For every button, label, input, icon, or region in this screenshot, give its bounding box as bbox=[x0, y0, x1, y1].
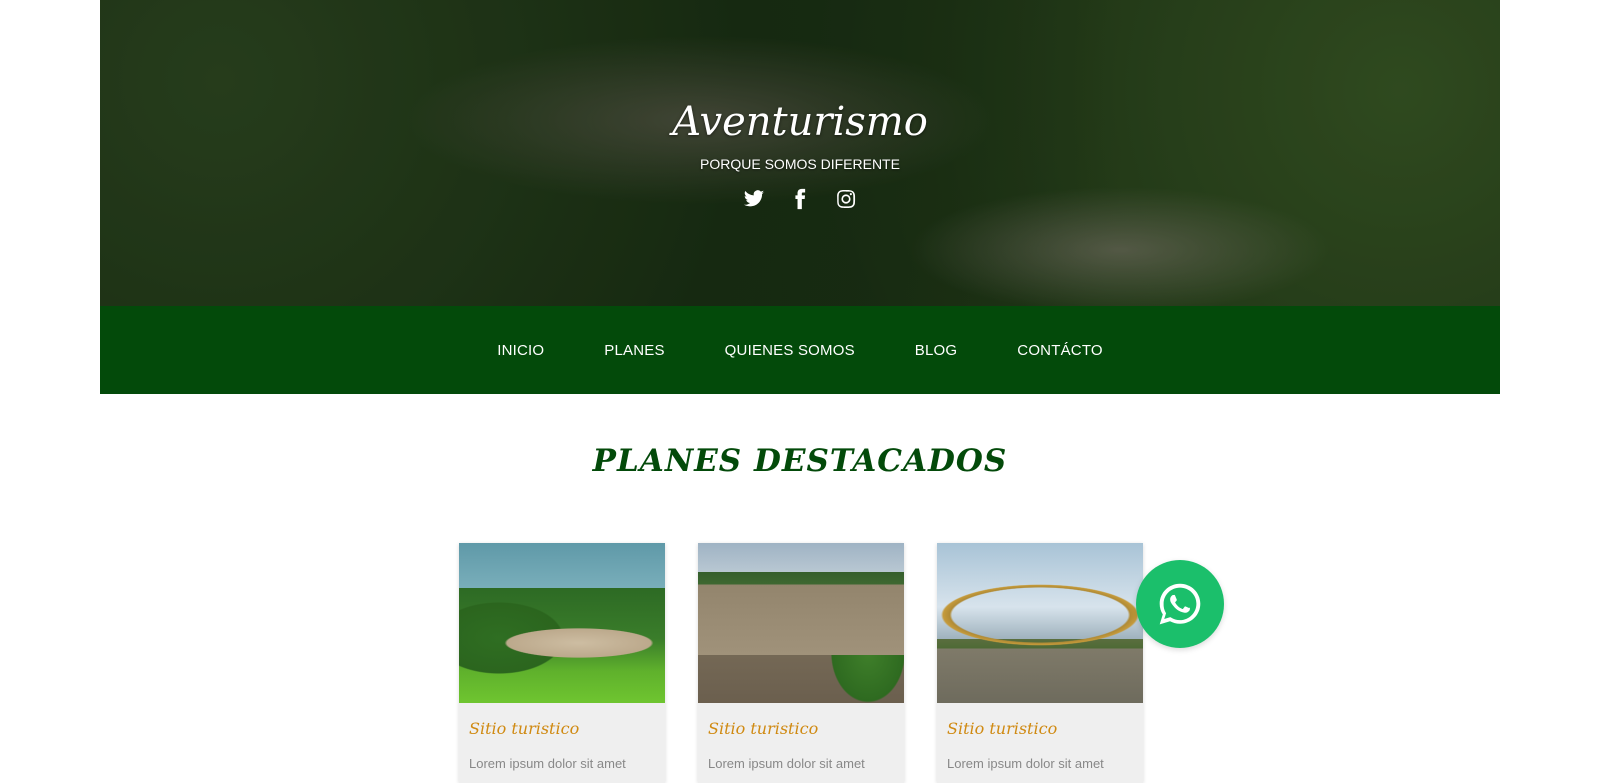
twitter-icon[interactable] bbox=[743, 188, 765, 210]
page-wrapper: Aventurismo PORQUE SOMOS DIFERENTE INICI… bbox=[100, 0, 1500, 394]
plan-description: Lorem ipsum dolor sit amet bbox=[708, 756, 865, 771]
nav-item-quienes-somos[interactable]: QUIENES SOMOS bbox=[725, 342, 855, 359]
plan-image bbox=[459, 543, 665, 703]
site-title: Aventurismo bbox=[672, 99, 928, 145]
plan-image bbox=[937, 543, 1143, 703]
whatsapp-icon bbox=[1159, 583, 1201, 625]
social-links bbox=[100, 188, 1500, 210]
plan-title[interactable]: Sitio turistico bbox=[937, 703, 1143, 738]
nav-item-contacto[interactable]: CONTÁCTO bbox=[1017, 342, 1103, 359]
plan-title[interactable]: Sitio turistico bbox=[698, 703, 904, 738]
nav-item-inicio[interactable]: INICIO bbox=[497, 342, 544, 359]
main-navigation: INICIO PLANES QUIENES SOMOS BLOG CONTÁCT… bbox=[100, 306, 1500, 394]
plan-image bbox=[698, 543, 904, 703]
nav-item-planes[interactable]: PLANES bbox=[604, 342, 664, 359]
featured-plans: Sitio turistico Lorem ipsum dolor sit am… bbox=[459, 543, 1143, 783]
facebook-icon[interactable] bbox=[789, 188, 811, 210]
plan-description: Lorem ipsum dolor sit amet bbox=[947, 756, 1104, 771]
section-title: PLANES DESTACADOS bbox=[592, 443, 1008, 479]
whatsapp-button[interactable] bbox=[1136, 560, 1224, 648]
plan-card[interactable]: Sitio turistico Lorem ipsum dolor sit am… bbox=[459, 543, 665, 783]
site-tagline: PORQUE SOMOS DIFERENTE bbox=[700, 156, 900, 172]
hero-banner: Aventurismo PORQUE SOMOS DIFERENTE bbox=[100, 0, 1500, 306]
plan-card[interactable]: Sitio turistico Lorem ipsum dolor sit am… bbox=[937, 543, 1143, 783]
instagram-icon[interactable] bbox=[835, 188, 857, 210]
hero-content: Aventurismo PORQUE SOMOS DIFERENTE bbox=[100, 92, 1500, 210]
plan-card[interactable]: Sitio turistico Lorem ipsum dolor sit am… bbox=[698, 543, 904, 783]
nav-item-blog[interactable]: BLOG bbox=[915, 342, 957, 359]
plan-title[interactable]: Sitio turistico bbox=[459, 703, 665, 738]
plan-description: Lorem ipsum dolor sit amet bbox=[469, 756, 626, 771]
